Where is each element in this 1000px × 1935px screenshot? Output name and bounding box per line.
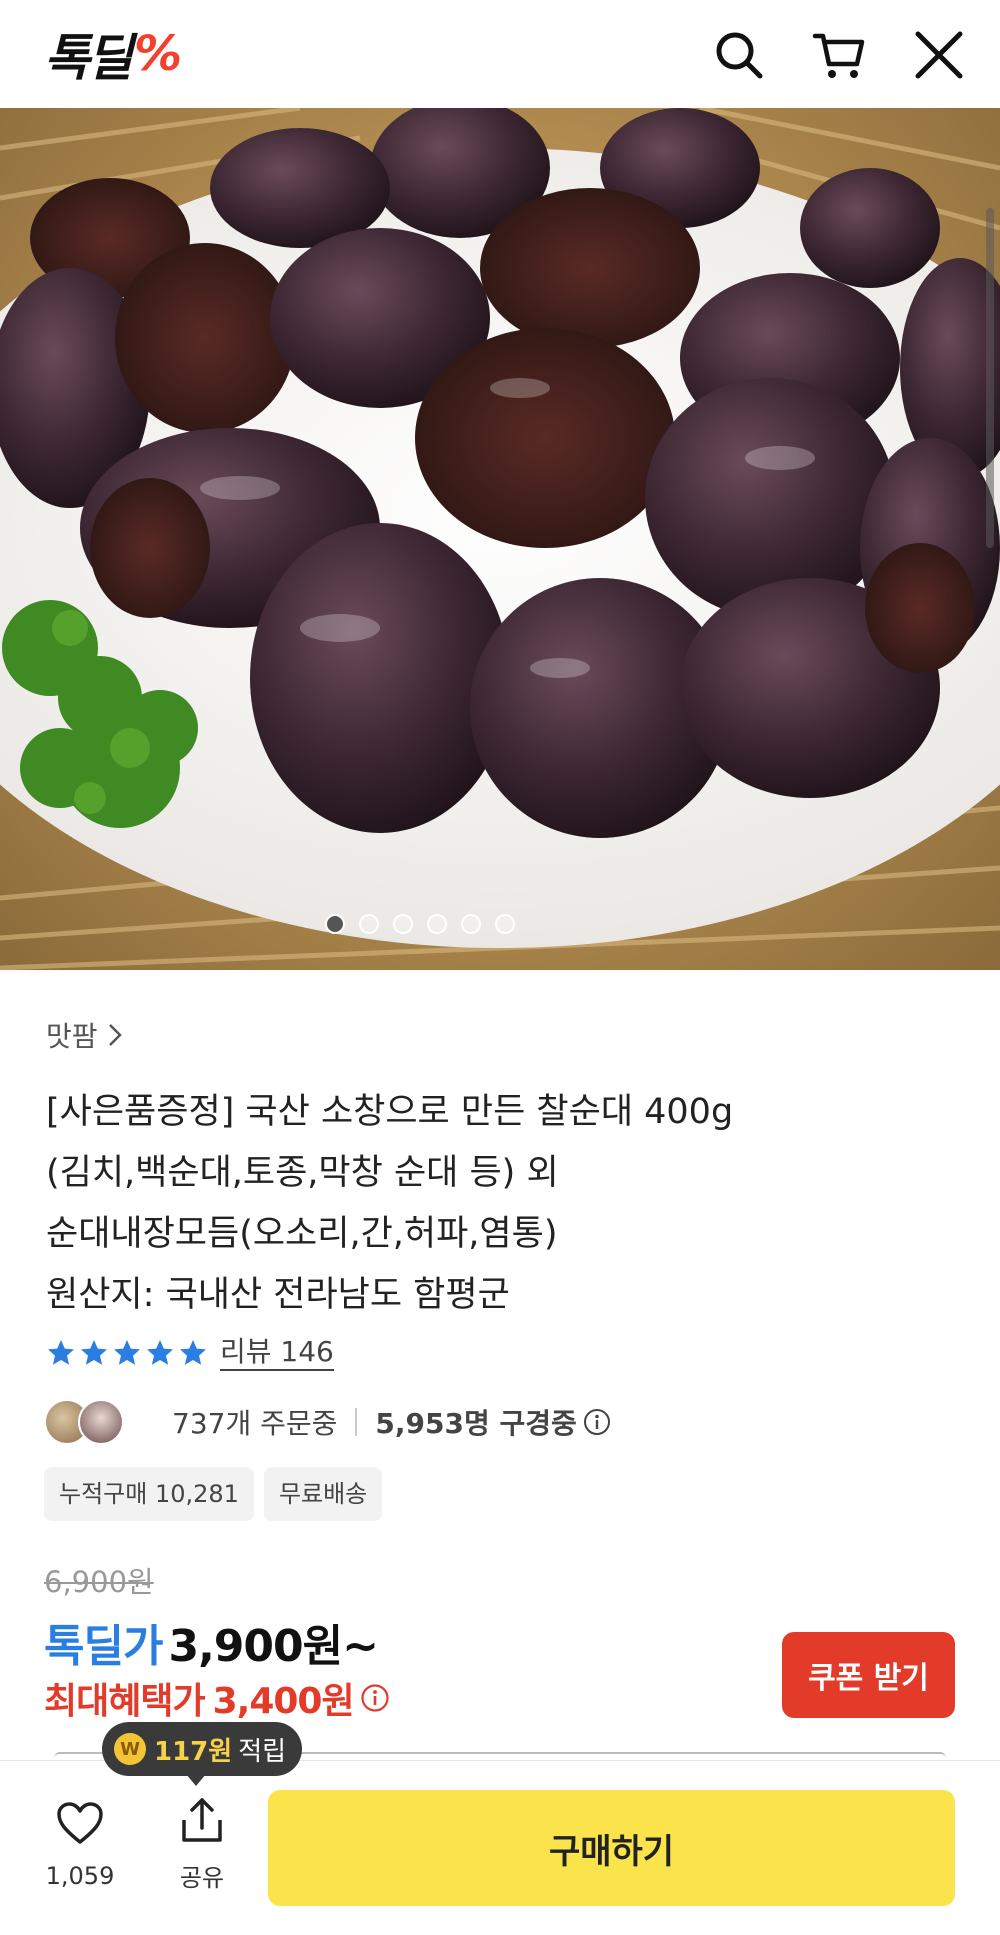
favorite-button[interactable]: 1,059 [38, 1800, 122, 1890]
star-icon [114, 1340, 140, 1365]
benefit-info-icon[interactable] [360, 1683, 390, 1713]
rating-stars [46, 1338, 208, 1368]
pagination-dot[interactable] [461, 914, 481, 934]
title-line: [사은품증정] 국산 소창으로 만든 찰순대 400g [46, 1092, 734, 1132]
tag-list: 누적구매 10,281 무료배송 [44, 1467, 383, 1521]
activity-row: 737개 주문중 5,953명 구경중 [44, 1397, 611, 1447]
star-icon [180, 1340, 206, 1365]
reward-amount: 117원 [154, 1736, 233, 1767]
deal-price: 3,900원~ [168, 1621, 379, 1672]
rating-row: 리뷰 146 [46, 1333, 334, 1373]
product-image[interactable] [0, 108, 1000, 970]
avatar [78, 1399, 124, 1445]
logo[interactable]: 톡딜 % [44, 26, 183, 87]
tooltip-tail [186, 1774, 206, 1786]
star-icon [48, 1340, 74, 1365]
benefit-label: 최대혜택가 [44, 1681, 206, 1722]
original-price: 6,900원 [44, 1565, 154, 1599]
seller-link[interactable]: 맛팜 [46, 1010, 956, 1060]
review-link[interactable]: 리뷰 146 [220, 1335, 334, 1371]
pagination-dot[interactable] [427, 914, 447, 934]
product-info: 맛팜 [사은품증정] 국산 소창으로 만든 찰순대 400g (김치,백순대,토… [46, 1010, 956, 1326]
benefit-price-row: 최대혜택가 3,400원 [44, 1670, 390, 1726]
scrollbar[interactable] [986, 208, 994, 548]
close-icon[interactable] [912, 28, 966, 82]
tag-cumulative-purchases: 누적구매 10,281 [44, 1467, 254, 1521]
reward-tooltip: W 117원 적립 [102, 1722, 303, 1776]
seller-name: 맛팜 [46, 1020, 98, 1053]
buyer-avatars [44, 1399, 136, 1445]
favorite-count: 1,059 [45, 1862, 115, 1890]
pagination-dot[interactable] [325, 914, 345, 934]
deal-price-row: 톡딜가 3,900원~ [44, 1610, 390, 1672]
share-label: 공유 [179, 1864, 225, 1892]
title-line: (김치,백순대,토종,막창 순대 등) 외 [46, 1153, 559, 1193]
pagination-dot[interactable] [359, 914, 379, 934]
share-icon [182, 1798, 222, 1842]
pagination-dot[interactable] [495, 914, 515, 934]
product-photo [0, 108, 1000, 970]
pagination-dot[interactable] [393, 914, 413, 934]
divider [355, 1408, 358, 1436]
logo-text: 톡딜 [44, 29, 133, 87]
buy-button[interactable]: 구매하기 [268, 1790, 955, 1906]
top-bar: 톡딜 % [0, 0, 1000, 108]
title-line: 원산지: 국내산 전라남도 함평군 [46, 1275, 510, 1315]
image-pagination [0, 914, 1000, 934]
orders-count: 737개 주문중 [172, 1407, 338, 1440]
search-icon[interactable] [712, 28, 766, 82]
reward-label: 적립 [238, 1736, 287, 1767]
browsing-count: 5,953명 구경중 [375, 1407, 577, 1440]
info-icon[interactable] [583, 1408, 611, 1436]
tag-free-shipping: 무료배송 [263, 1467, 383, 1521]
title-line: 순대내장모듬(오소리,간,허파,염통) [46, 1214, 558, 1254]
star-icon [81, 1340, 107, 1365]
logo-mark: % [134, 26, 183, 82]
price-block: 6,900원 톡딜가 3,900원~ 최대혜택가 3,400원 [44, 1560, 390, 1726]
chevron-right-icon [108, 1024, 122, 1046]
heart-icon [57, 1802, 103, 1844]
cart-icon[interactable] [812, 28, 866, 82]
coupon-button[interactable]: 쿠폰 받기 [782, 1632, 955, 1718]
product-title: [사은품증정] 국산 소창으로 만든 찰순대 400g (김치,백순대,토종,막… [46, 1082, 956, 1326]
share-button[interactable]: 공유 [160, 1796, 244, 1893]
coin-icon: W [114, 1733, 146, 1765]
benefit-price: 3,400원 [212, 1681, 355, 1722]
deal-label: 톡딜가 [44, 1621, 163, 1672]
star-icon [147, 1340, 173, 1365]
